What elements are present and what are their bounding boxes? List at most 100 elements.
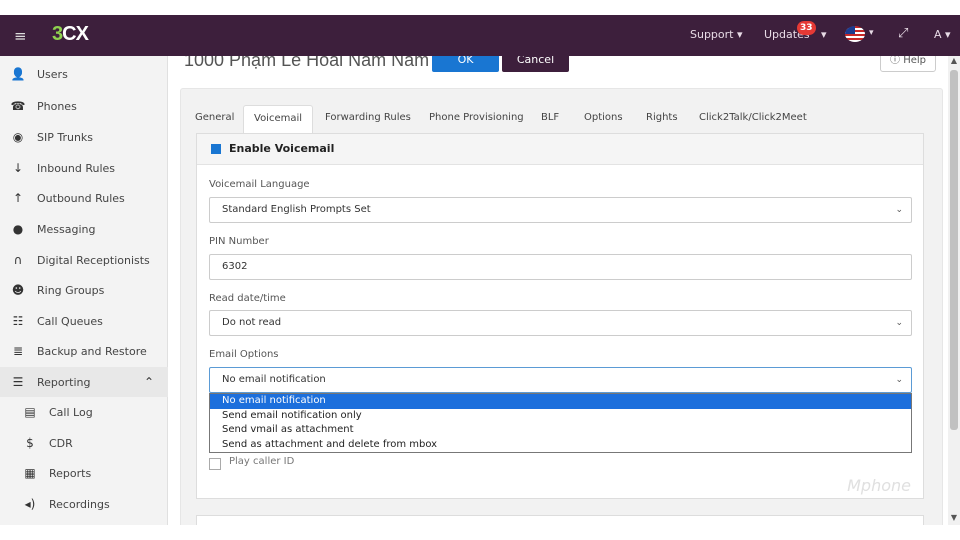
scroll-down-icon[interactable]: ▼ [948,513,960,525]
email-option-notification-only[interactable]: Send email notification only [210,409,911,424]
sidebar-item-reporting[interactable]: ☰ Reporting ⌃ [0,367,168,397]
chevron-down-icon: ⌄ [895,205,903,215]
letterbox-bottom [0,525,960,540]
chat-icon: ● [12,222,24,236]
sidebar-item-reports[interactable]: ▦ Reports [0,458,168,488]
tab-voicemail[interactable]: Voicemail [243,105,314,133]
sidebar-item-outbound-rules[interactable]: ↑ Outbound Rules [0,183,168,213]
language-flag-icon[interactable] [845,26,865,42]
globe-icon: ◉ [12,130,24,144]
page-scrollbar[interactable]: ▲ ▼ [948,56,960,525]
tab-forwarding-rules[interactable]: Forwarding Rules [315,105,421,133]
sidebar-item-label: Recordings [49,497,110,511]
play-caller-id-checkbox[interactable] [209,458,221,470]
tabs-panel: General Voicemail Forwarding Rules Phone… [180,88,943,525]
sidebar-item-users[interactable]: 👤 Users [0,59,168,89]
sidebar-item-sip-trunks[interactable]: ◉ SIP Trunks [0,122,168,152]
hamburger-menu-icon[interactable]: ≡ [14,27,27,45]
sidebar-item-messaging[interactable]: ● Messaging [0,214,168,244]
page-title: 1000 Phạm Lê Hoài Nam Nam [184,56,430,70]
chevron-down-icon: ⌄ [895,318,903,328]
sidebar-item-label: Phones [37,99,77,113]
sidebar-item-phones[interactable]: ☎ Phones [0,91,168,121]
list-icon: ☰ [12,375,24,389]
database-icon: ≣ [12,344,24,358]
read-datetime-label: Read date/time [209,293,286,304]
arrow-up-icon: ↑ [12,191,24,205]
top-bar: ≡ 3CX Support ▾ Updates ▾ 33 ▾ ⤢ A ▾ [0,15,960,56]
sidebar-item-label: Users [37,67,68,81]
support-menu[interactable]: Support ▾ [690,28,743,41]
users-icon: ☷ [12,314,24,328]
pin-number-label: PIN Number [209,236,269,247]
chevron-down-icon: ⌄ [895,375,903,385]
speaker-icon: ◂) [24,497,36,511]
sidebar-item-call-log[interactable]: ▤ Call Log [0,397,168,427]
voicemail-language-value: Standard English Prompts Set [222,204,371,215]
sidebar-item-label: CDR [49,436,73,450]
email-options-value: No email notification [222,374,326,385]
headset-icon: ∩ [13,253,23,267]
updates-badge: 33 [797,21,816,35]
cancel-button[interactable]: Cancel [502,56,569,72]
email-options-dropdown: No email notification Send email notific… [209,393,912,453]
tab-options[interactable]: Options [574,105,633,133]
play-caller-id-label: Play caller ID [229,456,295,467]
pin-number-input[interactable]: 6302 [209,254,912,280]
sidebar-item-label: Messaging [37,222,96,236]
read-datetime-select[interactable]: Do not read ⌄ [209,310,912,336]
sidebar-item-label: Backup and Restore [37,344,147,358]
tab-click2talk[interactable]: Click2Talk/Click2Meet [689,105,817,133]
letterbox-top [0,0,960,15]
chevron-up-icon[interactable]: ⌃ [144,375,154,389]
phone-icon: ☎ [10,99,26,113]
sidebar-item-ring-groups[interactable]: ☻ Ring Groups [0,275,168,305]
user-menu[interactable]: A ▾ [934,28,951,41]
ok-button[interactable]: OK [432,56,499,72]
sidebar-item-label: Digital Receptionists [37,253,150,267]
book-icon: ▤ [24,405,36,419]
email-option-attachment-delete[interactable]: Send as attachment and delete from mbox [210,438,911,453]
next-panel [196,515,924,525]
enable-voicemail-checkbox[interactable] [211,144,221,154]
sidebar-item-label: Reports [49,466,92,480]
sidebar-item-label: Call Log [49,405,93,419]
updates-caret-icon[interactable]: ▾ [821,28,827,41]
sidebar-item-call-queues[interactable]: ☷ Call Queues [0,306,168,336]
help-button[interactable]: ⓘ Help [880,56,936,72]
sidebar-item-label: Reporting [37,375,91,389]
help-icon: ⓘ [890,56,900,66]
email-option-no-notification[interactable]: No email notification [210,394,911,409]
enable-voicemail-label: Enable Voicemail [229,142,335,155]
sidebar-item-backup-and-restore[interactable]: ≣ Backup and Restore [0,336,168,366]
sidebar-item-digital-receptionists[interactable]: ∩ Digital Receptionists [0,245,168,275]
email-options-label: Email Options [209,349,279,360]
watermark: Mphone [847,476,911,495]
sidebar: 👤 Users ☎ Phones ◉ SIP Trunks ↓ Inbound Rule… [0,56,168,525]
language-caret-icon[interactable]: ▾ [869,28,874,38]
sidebar-item-cdr[interactable]: $ CDR [0,428,168,458]
dollar-icon: $ [26,436,34,450]
email-option-attachment[interactable]: Send vmail as attachment [210,423,911,438]
group-icon: ☻ [11,283,25,297]
voicemail-header: Enable Voicemail [197,134,923,165]
tab-general[interactable]: General [185,105,244,133]
tab-phone-provisioning[interactable]: Phone Provisioning [419,105,534,133]
sidebar-item-label: Call Queues [37,314,103,328]
arrow-down-icon: ↓ [12,161,24,175]
email-options-select[interactable]: No email notification ⌄ [209,367,912,393]
read-datetime-value: Do not read [222,317,282,328]
sidebar-item-inbound-rules[interactable]: ↓ Inbound Rules [0,153,168,183]
scroll-up-icon[interactable]: ▲ [948,56,960,68]
scroll-thumb[interactable] [950,70,958,430]
tab-blf[interactable]: BLF [531,105,569,133]
voicemail-panel: Enable Voicemail Voicemail Language Stan… [196,133,924,499]
app-logo[interactable]: 3CX [52,23,89,46]
voicemail-language-select[interactable]: Standard English Prompts Set ⌄ [209,197,912,223]
sidebar-item-label: SIP Trunks [37,130,94,144]
help-button-label: Help [903,56,926,66]
document-icon: ▦ [24,466,36,480]
tab-rights[interactable]: Rights [636,105,688,133]
fullscreen-icon[interactable]: ⤢ [898,26,908,41]
sidebar-item-recordings[interactable]: ◂) Recordings [0,489,168,519]
